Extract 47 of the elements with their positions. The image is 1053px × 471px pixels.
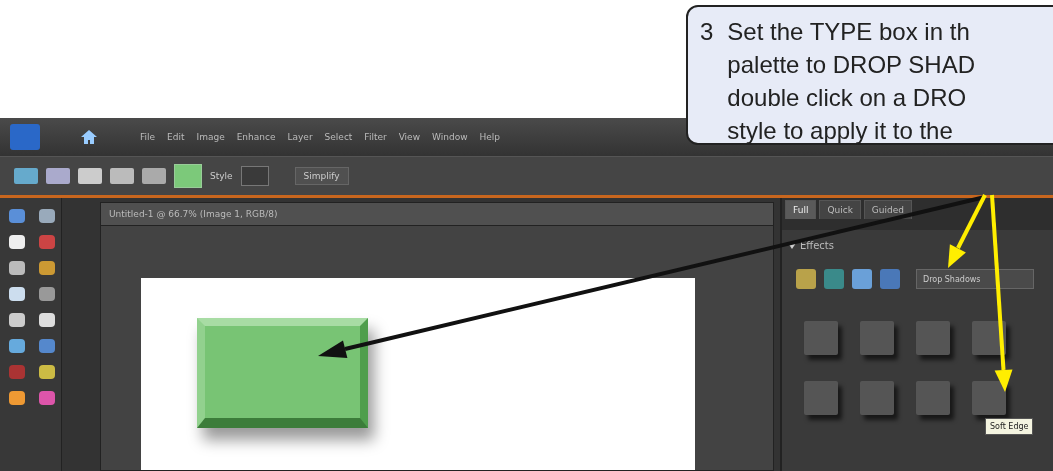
menu-item[interactable]: Window bbox=[432, 130, 468, 144]
panel-tab[interactable]: Full bbox=[785, 200, 817, 219]
simplify-button[interactable]: Simplify bbox=[294, 167, 349, 185]
tool-icon[interactable] bbox=[36, 206, 58, 226]
effect-category-icon[interactable] bbox=[852, 269, 872, 289]
panel-tab[interactable]: Guided bbox=[863, 200, 912, 219]
effect-thumbnail[interactable] bbox=[860, 321, 894, 355]
expanded-triangle-icon[interactable] bbox=[788, 241, 796, 250]
tool-icon[interactable] bbox=[36, 284, 58, 304]
tool-icon[interactable] bbox=[6, 310, 28, 330]
step-number: 3 bbox=[700, 17, 714, 47]
menu-item[interactable]: File bbox=[140, 130, 156, 144]
effect-thumbnail[interactable] bbox=[916, 381, 950, 415]
menu-item[interactable]: Enhance bbox=[236, 130, 276, 144]
effect-thumbnail[interactable] bbox=[804, 321, 838, 355]
tool-icon[interactable] bbox=[36, 310, 58, 330]
effect-thumbnail[interactable] bbox=[916, 321, 950, 355]
panel-tab[interactable]: Quick bbox=[819, 200, 861, 219]
tool-icon[interactable] bbox=[6, 232, 28, 252]
tool-icon[interactable] bbox=[36, 362, 58, 382]
effect-thumbnail[interactable] bbox=[860, 381, 894, 415]
document-title: Untitled-1 @ 66.7% (Image 1, RGB/8) bbox=[101, 203, 773, 226]
menu-item[interactable]: Edit bbox=[167, 130, 185, 144]
menu-item[interactable]: Help bbox=[479, 130, 501, 144]
menu-item[interactable]: Select bbox=[324, 130, 353, 144]
menu-item[interactable]: Image bbox=[196, 130, 225, 144]
tool-icon[interactable] bbox=[6, 284, 28, 304]
tool-icon[interactable] bbox=[6, 258, 28, 278]
menu-item[interactable]: Layer bbox=[287, 130, 313, 144]
home-icon[interactable] bbox=[80, 128, 98, 146]
tool-icon[interactable] bbox=[6, 336, 28, 356]
effect-thumbnail[interactable] bbox=[804, 381, 838, 415]
section-title: Effects bbox=[800, 240, 834, 251]
effect-category-icon[interactable] bbox=[880, 269, 900, 289]
tool-icon[interactable] bbox=[36, 258, 58, 278]
instruction-text: Set the TYPE box in th palette to DROP SHAD double click on a DRO style to apply it to the bbox=[727, 17, 976, 143]
type-dropdown[interactable]: Drop Shadows bbox=[916, 269, 1034, 289]
menu-item[interactable]: View bbox=[398, 130, 420, 144]
effect-category-icon[interactable] bbox=[824, 269, 844, 289]
style-label: Style bbox=[210, 171, 233, 181]
color-swatch[interactable] bbox=[174, 164, 202, 188]
style-dropdown[interactable] bbox=[240, 166, 269, 186]
effect-category-icon[interactable] bbox=[796, 269, 816, 289]
effect-thumbnail[interactable] bbox=[972, 381, 1006, 415]
tool-icon[interactable] bbox=[6, 388, 28, 408]
tooltip: Soft Edge bbox=[985, 418, 1034, 435]
menu-item[interactable]: Filter bbox=[364, 130, 387, 144]
